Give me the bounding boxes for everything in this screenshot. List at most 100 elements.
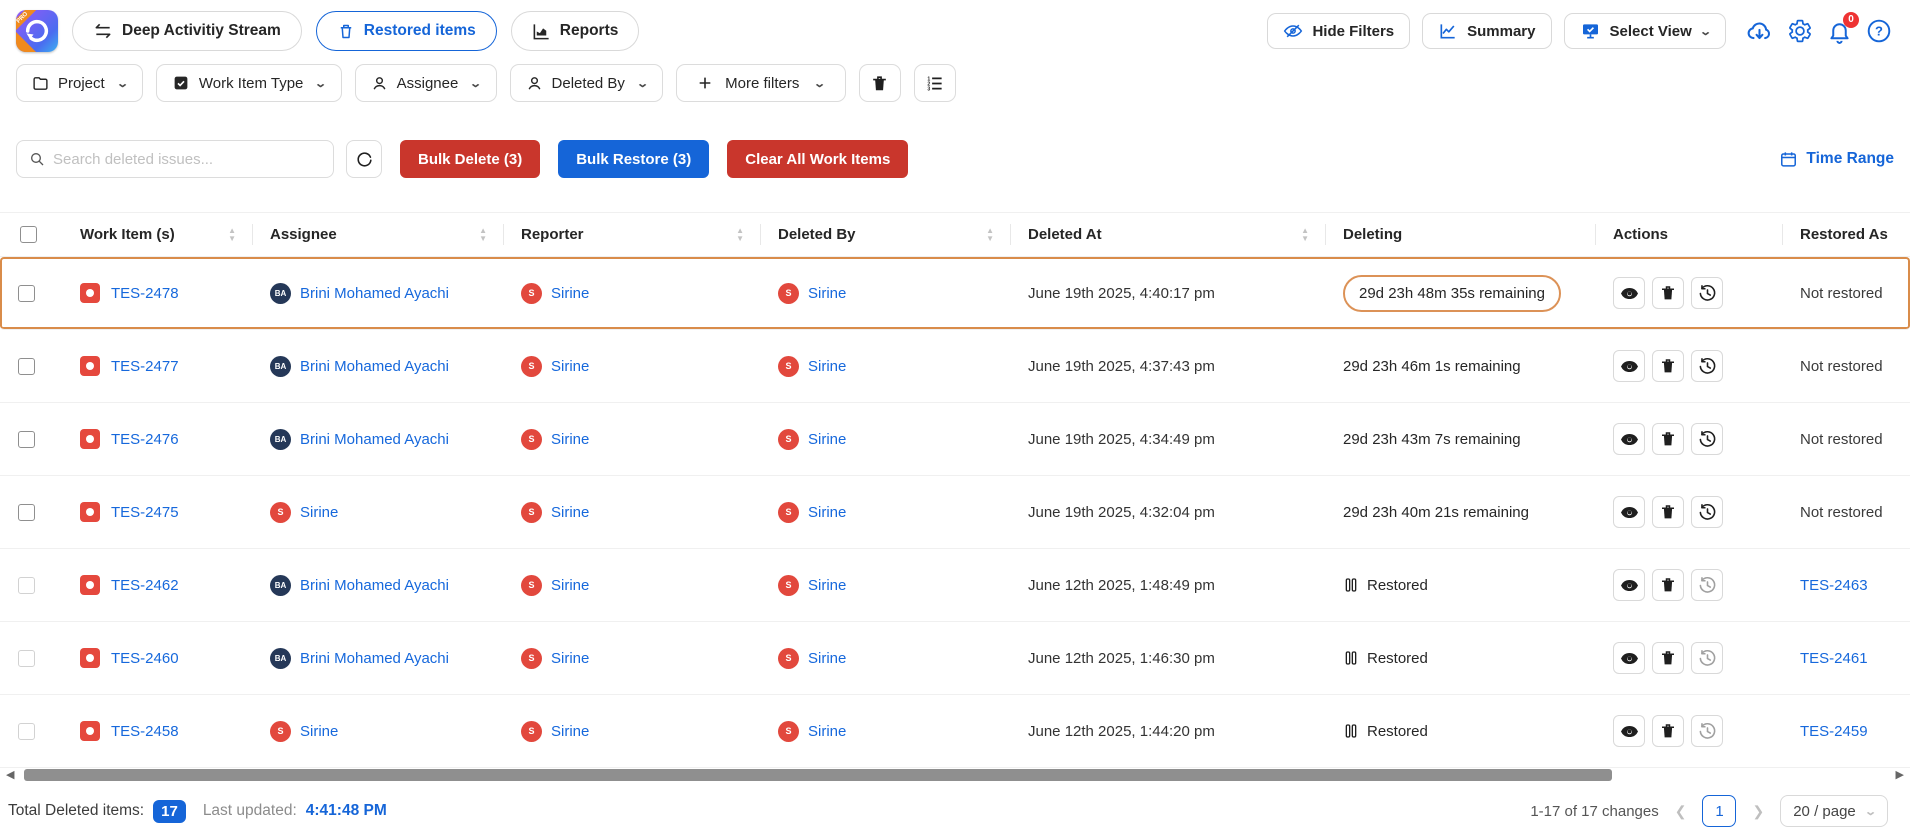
delete-button[interactable] — [1652, 350, 1684, 382]
filter-project[interactable]: Project ⌄ — [16, 64, 143, 102]
reporter-link[interactable]: Sirine — [551, 431, 589, 448]
filter-work-item-type[interactable]: Work Item Type ⌄ — [156, 64, 342, 102]
assignee-link[interactable]: Brini Mohamed Ayachi — [300, 358, 449, 375]
restore-history-button[interactable] — [1691, 423, 1723, 455]
reporter-link[interactable]: Sirine — [551, 650, 589, 667]
restore-history-button[interactable] — [1691, 715, 1723, 747]
scroll-left-arrow[interactable]: ◀ — [6, 768, 14, 782]
reporter-link[interactable]: Sirine — [551, 577, 589, 594]
restore-history-button[interactable] — [1691, 496, 1723, 528]
prev-page-button[interactable]: ❮ — [1675, 803, 1687, 820]
deleted-by-link[interactable]: Sirine — [808, 285, 846, 302]
work-item-link[interactable]: TES-2475 — [111, 504, 179, 521]
hide-filters-button[interactable]: Hide Filters — [1267, 13, 1410, 49]
view-button[interactable] — [1613, 715, 1645, 747]
deleted-by-avatar: S — [778, 648, 799, 669]
deleted-by-link[interactable]: Sirine — [808, 723, 846, 740]
delete-button[interactable] — [1652, 277, 1684, 309]
row-checkbox[interactable] — [18, 577, 35, 594]
reporter-link[interactable]: Sirine — [551, 285, 589, 302]
refresh-button[interactable] — [346, 140, 382, 178]
view-button[interactable] — [1613, 642, 1645, 674]
delete-button[interactable] — [1652, 423, 1684, 455]
notifications-button[interactable]: 0 — [1827, 19, 1852, 44]
delete-button[interactable] — [1652, 569, 1684, 601]
work-item-link[interactable]: TES-2478 — [111, 285, 179, 302]
assignee-link[interactable]: Brini Mohamed Ayachi — [300, 577, 449, 594]
assignee-link[interactable]: Brini Mohamed Ayachi — [300, 431, 449, 448]
scroll-right-arrow[interactable]: ▶ — [1896, 768, 1904, 782]
deleted-by-link[interactable]: Sirine — [808, 504, 846, 521]
row-checkbox[interactable] — [18, 723, 35, 740]
restore-history-button[interactable] — [1691, 569, 1723, 601]
row-checkbox[interactable] — [18, 358, 35, 375]
reporter-link[interactable]: Sirine — [551, 504, 589, 521]
delete-button[interactable] — [1652, 496, 1684, 528]
settings-button[interactable] — [1787, 18, 1813, 44]
assignee-link[interactable]: Brini Mohamed Ayachi — [300, 285, 449, 302]
assignee-link[interactable]: Brini Mohamed Ayachi — [300, 650, 449, 667]
restored-as-link[interactable]: TES-2459 — [1800, 723, 1868, 740]
clear-all-work-items-button[interactable]: Clear All Work Items — [727, 140, 908, 178]
cloud-download-button[interactable] — [1746, 18, 1773, 44]
restored-as-link[interactable]: TES-2463 — [1800, 577, 1868, 594]
delete-button[interactable] — [1652, 642, 1684, 674]
work-item-link[interactable]: TES-2477 — [111, 358, 179, 375]
select-view-button[interactable]: Select View ⌄ — [1564, 13, 1727, 49]
sort-icon[interactable]: ▲▼ — [1301, 227, 1309, 242]
app-logo[interactable]: PRO — [16, 10, 58, 52]
select-all-checkbox[interactable] — [20, 226, 37, 243]
sort-icon[interactable]: ▲▼ — [228, 227, 236, 242]
delete-button[interactable] — [1652, 715, 1684, 747]
next-page-button[interactable]: ❯ — [1752, 803, 1764, 820]
tab-deep-activity-stream[interactable]: Deep Activitiy Stream — [72, 11, 302, 51]
work-item-link[interactable]: TES-2476 — [111, 431, 179, 448]
tab-restored-items[interactable]: Restored items — [316, 11, 497, 51]
restored-as-link[interactable]: TES-2461 — [1800, 650, 1868, 667]
restore-history-button[interactable] — [1691, 277, 1723, 309]
view-button[interactable] — [1613, 423, 1645, 455]
view-button[interactable] — [1613, 277, 1645, 309]
work-item-link[interactable]: TES-2462 — [111, 577, 179, 594]
view-button[interactable] — [1613, 350, 1645, 382]
column-deleted-by: Deleted By — [778, 226, 856, 243]
restore-history-button[interactable] — [1691, 350, 1723, 382]
filter-assignee[interactable]: Assignee ⌄ — [355, 64, 497, 102]
restored-status: Restored — [1343, 722, 1428, 740]
sort-icon[interactable]: ▲▼ — [479, 227, 487, 242]
row-checkbox[interactable] — [18, 285, 35, 302]
sort-icon[interactable]: ▲▼ — [736, 227, 744, 242]
assignee-link[interactable]: Sirine — [300, 504, 338, 521]
tab-reports[interactable]: Reports — [511, 11, 640, 51]
bulk-delete-button[interactable]: Bulk Delete (3) — [400, 140, 540, 178]
search-input[interactable] — [53, 151, 321, 168]
time-range-button[interactable]: Time Range — [1779, 150, 1894, 169]
row-checkbox[interactable] — [18, 504, 35, 521]
list-view-button[interactable]: 1 2 3 — [914, 64, 956, 102]
reporter-link[interactable]: Sirine — [551, 723, 589, 740]
view-button[interactable] — [1613, 569, 1645, 601]
sort-icon[interactable]: ▲▼ — [986, 227, 994, 242]
clear-filters-button[interactable] — [859, 64, 901, 102]
work-item-link[interactable]: TES-2458 — [111, 723, 179, 740]
scrollbar-thumb[interactable] — [24, 769, 1612, 781]
filter-deleted-by[interactable]: Deleted By ⌄ — [510, 64, 664, 102]
page-number-button[interactable]: 1 — [1702, 795, 1736, 827]
view-button[interactable] — [1613, 496, 1645, 528]
more-filters-button[interactable]: More filters ⌄ — [676, 64, 845, 102]
bulk-restore-button[interactable]: Bulk Restore (3) — [558, 140, 709, 178]
deleted-by-link[interactable]: Sirine — [808, 358, 846, 375]
restore-history-button[interactable] — [1691, 642, 1723, 674]
deleted-by-link[interactable]: Sirine — [808, 431, 846, 448]
reporter-link[interactable]: Sirine — [551, 358, 589, 375]
help-button[interactable]: ? — [1866, 18, 1892, 44]
page-size-select[interactable]: 20 / page ⌄ — [1780, 795, 1888, 827]
deleted-by-link[interactable]: Sirine — [808, 650, 846, 667]
summary-button[interactable]: Summary — [1422, 13, 1551, 49]
trash-icon — [1659, 649, 1677, 667]
assignee-link[interactable]: Sirine — [300, 723, 338, 740]
row-checkbox[interactable] — [18, 431, 35, 448]
work-item-link[interactable]: TES-2460 — [111, 650, 179, 667]
deleted-by-link[interactable]: Sirine — [808, 577, 846, 594]
row-checkbox[interactable] — [18, 650, 35, 667]
